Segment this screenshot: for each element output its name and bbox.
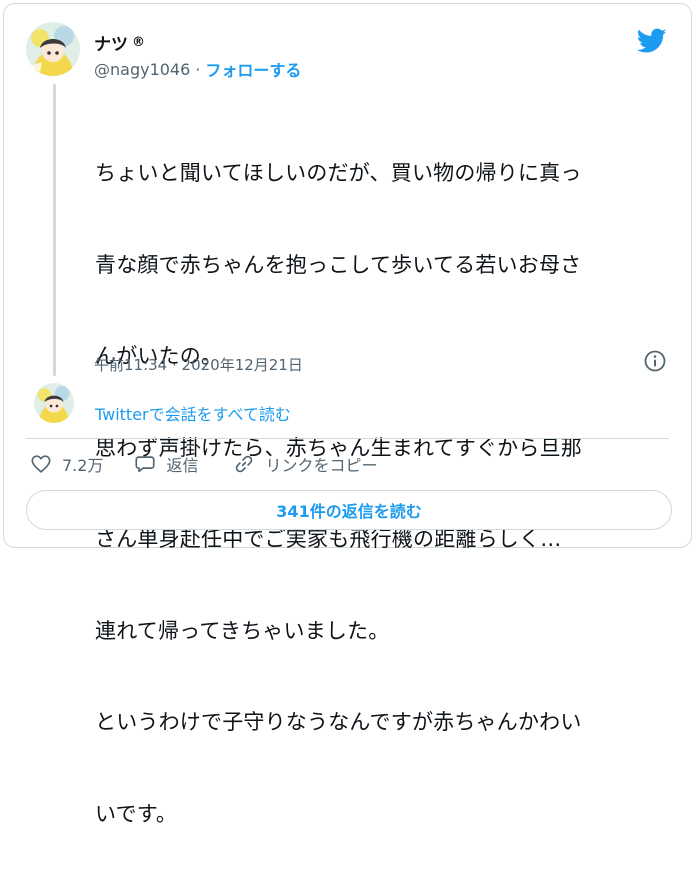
twitter-bird-icon[interactable]: [637, 28, 667, 54]
author-handle-row: @nagy1046 · フォローする: [94, 57, 301, 81]
reply-label: 返信: [166, 456, 199, 475]
tweet-timestamp[interactable]: 午前11:34 · 2020年12月21日: [94, 354, 303, 375]
author-display-name: ナツ: [94, 35, 128, 55]
author-handle[interactable]: @nagy1046: [94, 60, 190, 79]
avatar-illustration-icon: [34, 383, 74, 423]
avatar-illustration-icon: [26, 22, 80, 76]
read-conversation-link[interactable]: Twitterで会話をすべて読む: [95, 401, 291, 425]
tweet-text-line: 青な顔で赤ちゃんを抱っこして歩いてる若いお母さ: [95, 252, 582, 277]
author-name[interactable]: ナツ ®: [94, 30, 145, 55]
separator-dot: ·: [195, 59, 201, 79]
follow-button[interactable]: フォローする: [205, 57, 301, 81]
tweet-embed-card: ナツ ® @nagy1046 · フォローする ちょいと聞いてほしいのだが、買い…: [3, 3, 692, 826]
reply-button[interactable]: 返信: [134, 452, 198, 476]
registered-badge: ®: [132, 35, 145, 50]
speech-bubble-icon: [135, 456, 155, 473]
copy-link-button[interactable]: リンクをコピー: [233, 452, 377, 476]
read-replies-label: 341件の返信を読む: [276, 502, 422, 521]
tweet-text-line: ちょいと聞いてほしいのだが、買い物の帰りに真っ: [95, 161, 582, 185]
author-avatar[interactable]: [26, 22, 80, 76]
action-bar: 7.2万 返信 リンクをコピー: [30, 452, 377, 476]
heart-icon: [31, 455, 51, 473]
link-icon: [236, 455, 253, 473]
like-button[interactable]: 7.2万: [30, 452, 103, 476]
tweet-text-line: いです。: [95, 801, 178, 826]
read-replies-button[interactable]: 341件の返信を読む: [26, 490, 672, 530]
divider: [26, 438, 669, 439]
like-count: 7.2万: [62, 456, 104, 475]
thread-connector-line: [53, 84, 56, 376]
copy-link-label: リンクをコピー: [265, 456, 378, 475]
tweet-text-line: というわけで子守りなうなんですが赤ちゃんかわい: [95, 710, 582, 734]
tweet-text-line: 連れて帰ってきちゃいました。: [95, 618, 390, 643]
conversation-avatar: [34, 383, 74, 423]
info-icon[interactable]: [643, 349, 667, 373]
